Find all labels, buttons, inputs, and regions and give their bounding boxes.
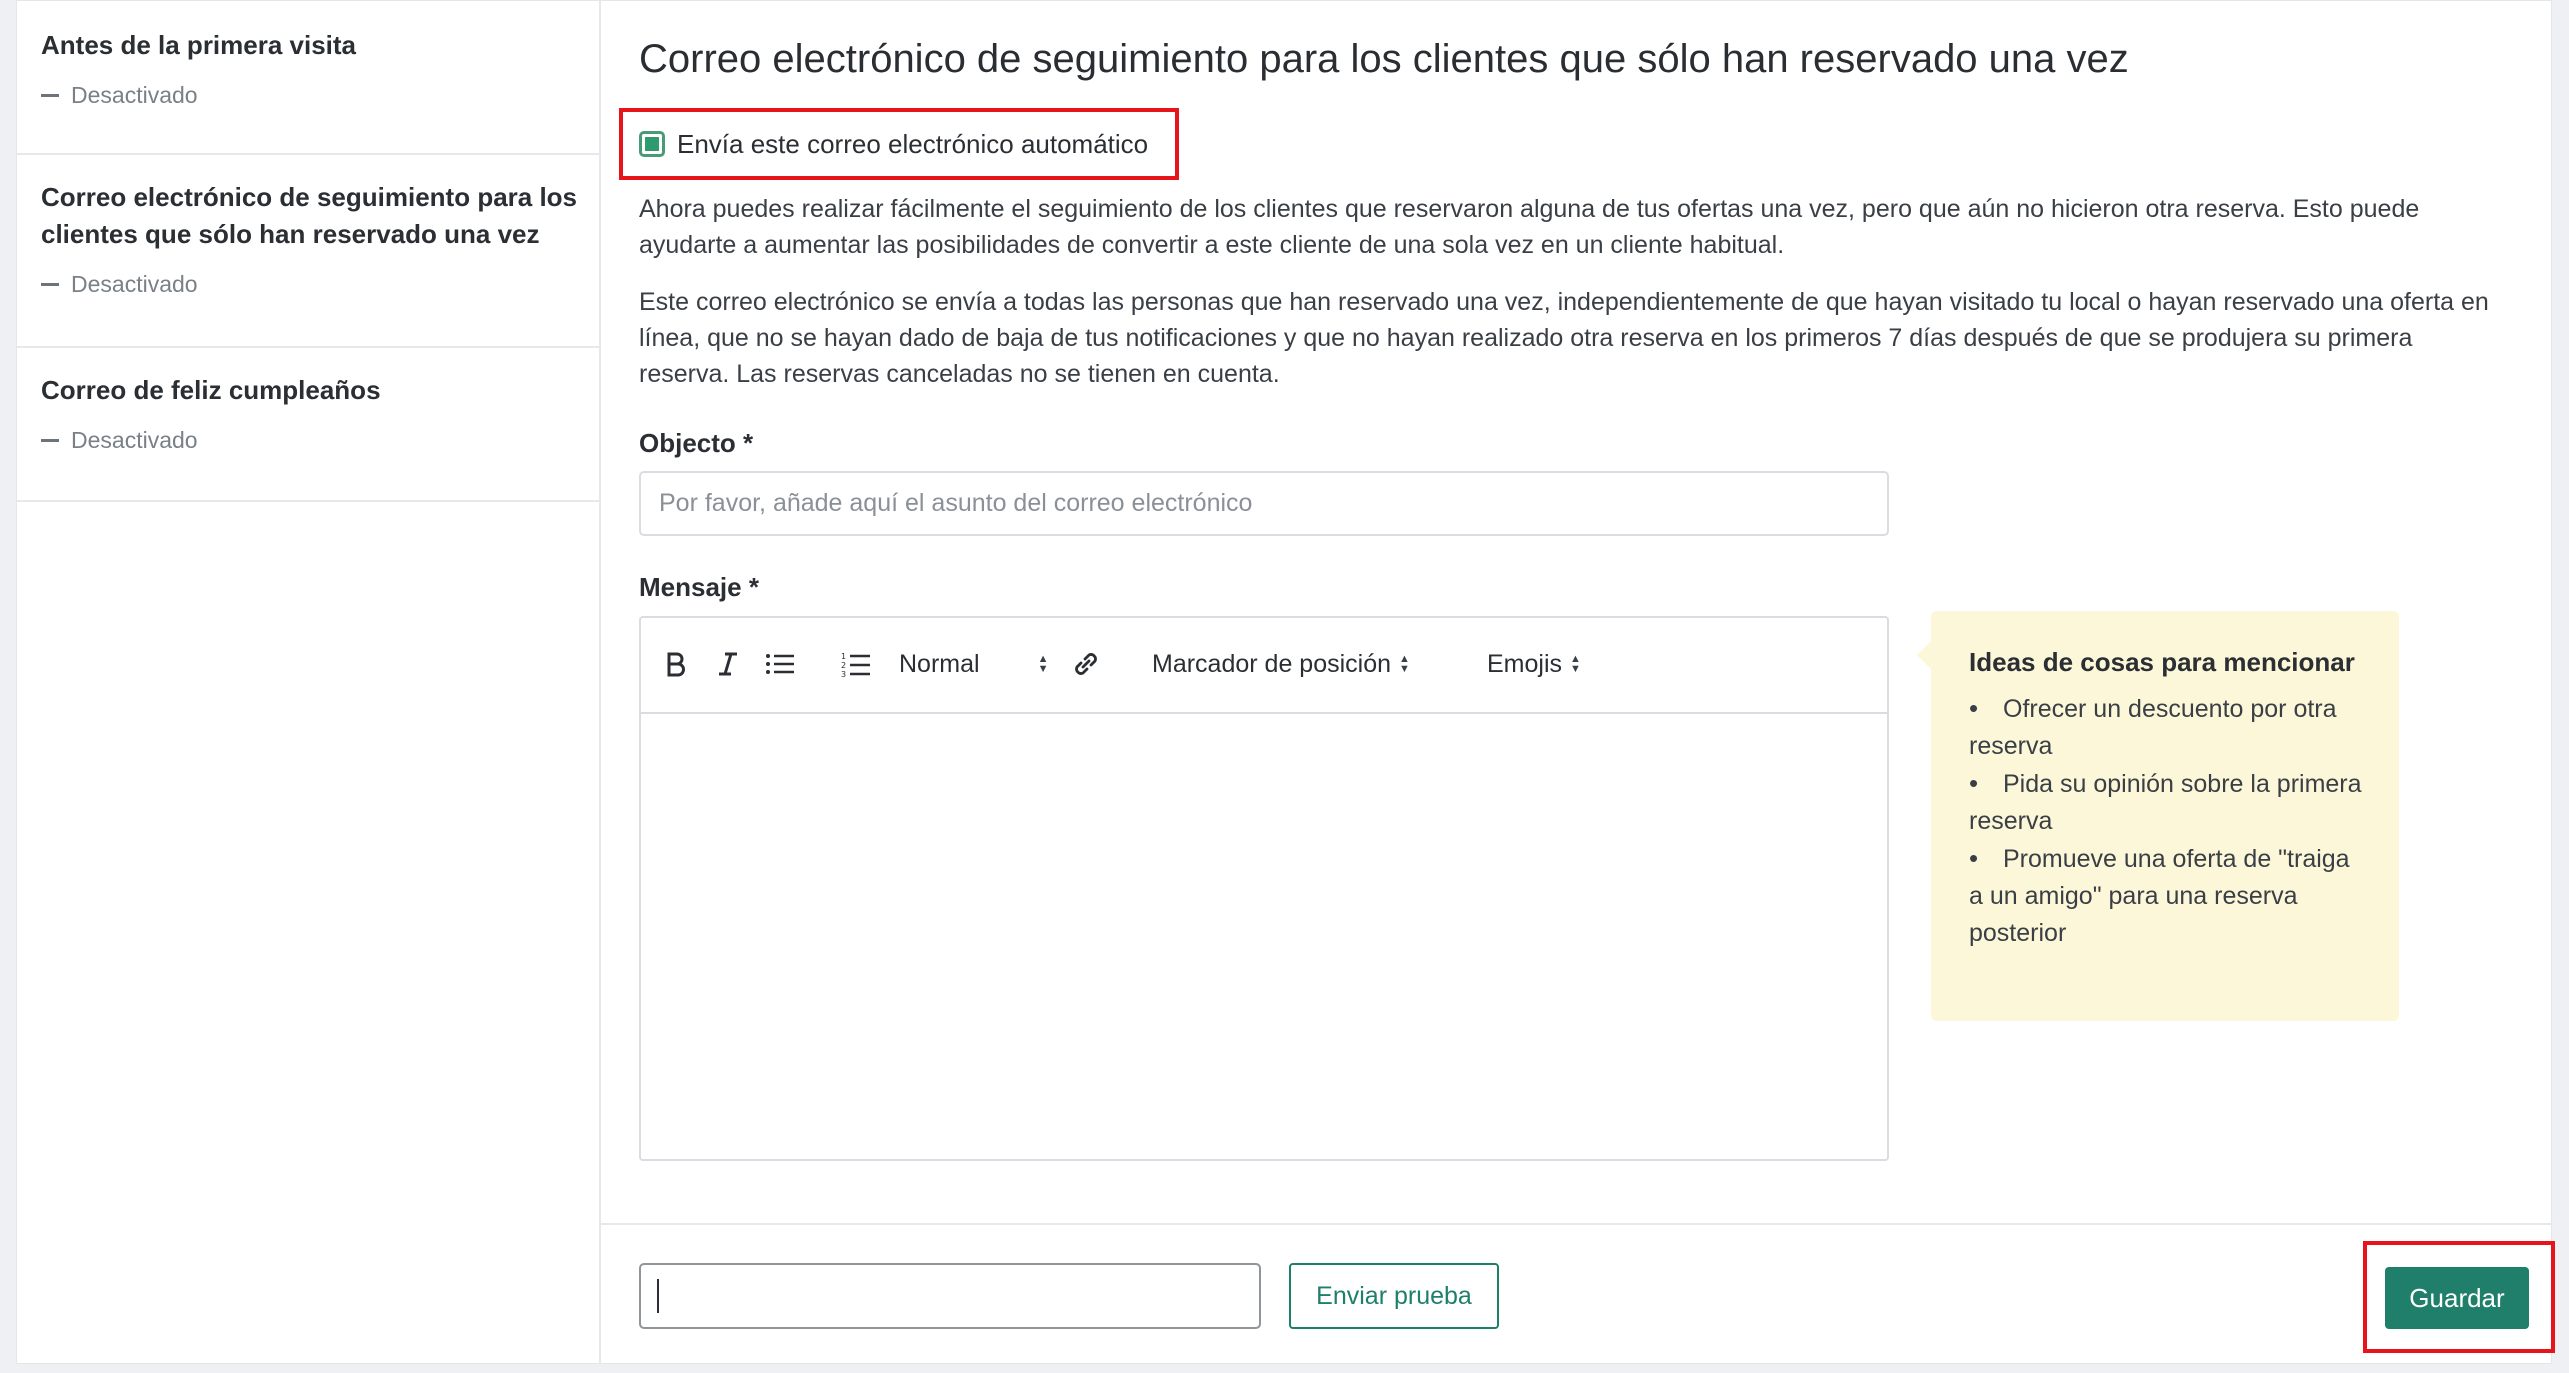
sidebar-item-title: Correo de feliz cumpleaños [41,375,381,405]
emojis-menu[interactable]: Emojis ▲ ▼ [1487,648,1581,680]
test-email-input[interactable] [639,1263,1261,1329]
status-text: Desactivado [71,82,198,108]
svg-text:2: 2 [841,661,846,670]
message-body-editor[interactable] [641,714,1887,1159]
status-text: Desactivado [71,427,198,453]
subject-label: Objecto * [639,428,754,458]
tip-item: Promueve una oferta de "traiga a un amig… [1969,840,2363,952]
settings-card: Antes de la primera visita Desactivado C… [16,0,2555,1364]
sidebar-item-status: Desactivado [41,427,575,454]
subject-input[interactable] [639,471,1889,536]
page-title: Correo electrónico de seguimiento para l… [639,37,2129,81]
svg-text:1: 1 [841,652,846,661]
sidebar-item-status: Desactivado [41,271,575,298]
updown-chevron-icon: ▲ ▼ [1037,653,1049,675]
tips-title: Ideas de cosas para mencionar [1969,647,2355,677]
link-icon[interactable] [1071,648,1101,680]
format-select-value: Normal [899,649,980,678]
sidebar-item-title: Antes de la primera visita [41,30,357,60]
sidebar-item-before-first-visit[interactable]: Antes de la primera visita Desactivado [17,1,599,155]
tips-list: Ofrecer un descuento por otra reserva Pi… [1969,690,2363,952]
status-text: Desactivado [71,271,198,297]
dash-icon [41,94,59,97]
bullet-icon [1969,690,2003,728]
emojis-menu-label: Emojis [1487,649,1563,678]
description-paragraph: Ahora puedes realizar fácilmente el segu… [639,195,2420,259]
enable-email-label: Envía este correo electrónico automático [677,128,1149,159]
email-settings-main: Correo electrónico de seguimiento para l… [601,1,2555,1363]
tip-item: Pida su opinión sobre la primera reserva [1969,765,2363,840]
text-caret [657,1279,659,1313]
sidebar-item-title: Correo electrónico de seguimiento para l… [41,182,578,249]
updown-chevron-icon: ▲ ▼ [1399,653,1410,675]
tip-text: Promueve una oferta de "traiga a un amig… [1969,845,2350,947]
message-editor: 123 Normal ▲ ▼ Marcador de posición ▲ ▼ Em… [639,616,1889,1161]
footer-divider [601,1223,2551,1225]
editor-toolbar: 123 Normal ▲ ▼ Marcador de posición ▲ ▼ Em… [641,618,1887,714]
dash-icon [41,439,59,442]
bold-icon[interactable] [665,648,687,680]
dash-icon [41,283,59,286]
bullet-list-icon[interactable] [765,648,795,680]
placeholder-menu[interactable]: Marcador de posición ▲ ▼ [1152,648,1410,680]
placeholder-menu-label: Marcador de posición [1152,649,1392,678]
message-label: Mensaje * [639,572,759,602]
description-paragraph: Este correo electrónico se envía a todas… [639,288,2489,388]
bullet-icon [1969,840,2003,878]
sidebar-item-follow-up[interactable]: Correo electrónico de seguimiento para l… [17,155,599,348]
tip-text: Ofrecer un descuento por otra reserva [1969,695,2337,760]
send-test-button[interactable]: Enviar prueba [1289,1263,1499,1329]
email-sidebar: Antes de la primera visita Desactivado C… [17,1,601,1363]
sidebar-item-status: Desactivado [41,82,575,109]
sidebar-item-birthday[interactable]: Correo de feliz cumpleaños Desactivado [17,348,599,502]
ordered-list-icon[interactable]: 123 [841,648,871,680]
svg-text:3: 3 [841,670,846,678]
tip-item: Ofrecer un descuento por otra reserva [1969,690,2363,765]
save-button[interactable]: Guardar [2385,1267,2529,1329]
italic-icon[interactable] [717,648,739,680]
tips-panel: Ideas de cosas para mencionar Ofrecer un… [1917,611,2399,1021]
updown-chevron-icon: ▲ ▼ [1570,653,1581,675]
enable-email-toggle[interactable]: Envía este correo electrónico automático [619,108,1179,180]
checkbox-checked-icon [645,137,659,151]
enable-checkbox[interactable] [639,131,665,157]
bullet-icon [1969,765,2003,803]
format-select[interactable]: Normal ▲ ▼ [899,648,1049,680]
tip-text: Pida su opinión sobre la primera reserva [1969,770,2362,835]
save-highlight: Guardar [2363,1241,2555,1353]
